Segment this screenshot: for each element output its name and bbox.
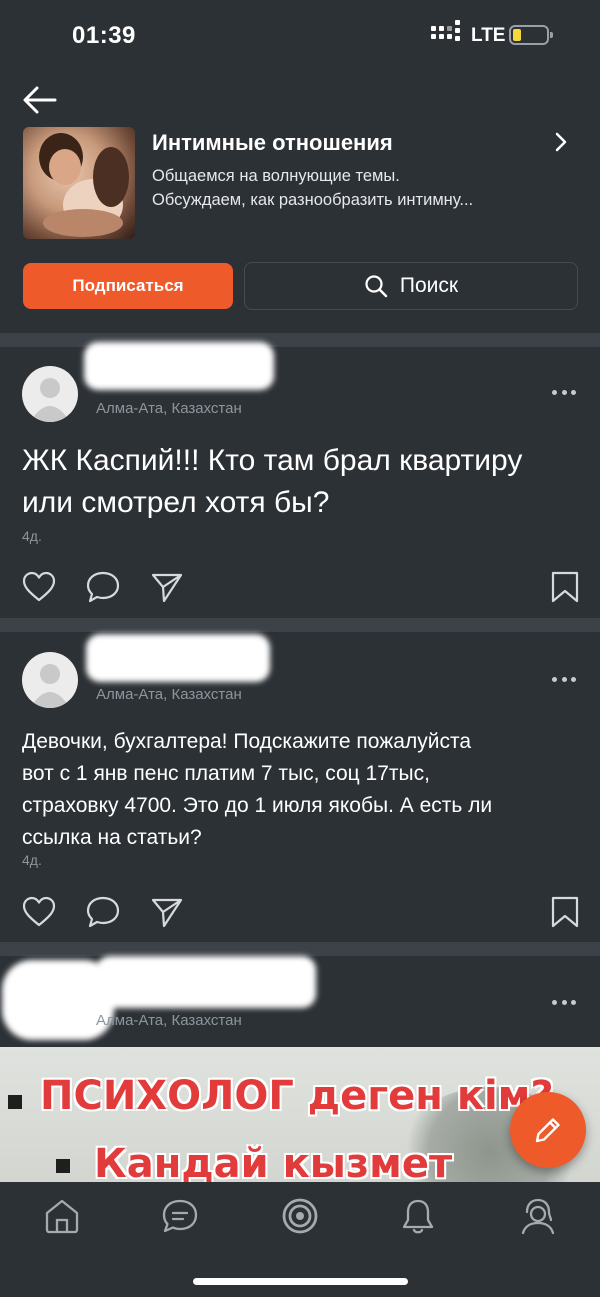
subscribe-button[interactable]: Подписаться [23,263,233,309]
battery-icon [509,25,553,45]
post-age: 4д. [22,852,42,868]
pencil-icon [535,1118,560,1143]
more-options-icon[interactable] [552,1000,576,1008]
avatar[interactable] [22,366,78,422]
post-text[interactable]: Девочки, бухгалтера! Подскажите пожалуйс… [22,726,582,854]
comment-icon[interactable] [86,895,120,929]
heart-icon[interactable] [22,895,56,929]
redacted-author-name[interactable] [86,634,270,682]
bookmark-icon[interactable] [548,895,582,929]
more-options-icon[interactable] [552,390,576,398]
redacted-author-name[interactable] [96,956,316,1008]
post-text[interactable]: ЖК Каспий!!! Кто там брал квартиру или с… [22,440,582,524]
heart-icon[interactable] [22,570,56,604]
group-description: Общаемся на волнующие темы. Обсуждаем, к… [152,167,474,209]
signal-strength-icon [431,20,460,41]
post-image[interactable]: ПСИХОЛОГ деген кім? Кандай кызмет [0,1047,600,1182]
bell-icon[interactable] [398,1196,438,1236]
status-bar: 01:39 LTE [0,0,600,70]
create-post-button[interactable] [510,1092,586,1168]
search-button[interactable]: Поиск [244,262,578,310]
share-icon[interactable] [150,570,184,604]
search-icon [365,275,388,298]
chat-icon[interactable] [160,1196,200,1236]
bullet-marker [56,1159,70,1173]
network-type: LTE [471,25,506,46]
post-location: Алма-Ата, Казахстан [96,400,242,417]
comment-icon[interactable] [86,570,120,604]
more-options-icon[interactable] [552,677,576,685]
profile-icon[interactable] [518,1196,558,1236]
share-icon[interactable] [150,895,184,929]
section-divider [0,942,600,956]
group-title[interactable]: Интимные отношения [152,130,393,156]
bookmark-icon[interactable] [548,570,582,604]
image-text-line: Кандай кызмет [94,1141,453,1182]
search-label: Поиск [399,274,459,297]
section-divider [0,618,600,632]
post-location: Алма-Ата, Казахстан [96,686,242,703]
home-indicator[interactable] [193,1278,408,1285]
chevron-right-icon[interactable] [550,131,572,153]
status-time: 01:39 [72,22,136,49]
back-arrow-icon[interactable] [22,84,58,116]
redacted-author-name[interactable] [84,342,274,390]
avatar[interactable] [22,652,78,708]
group-thumbnail[interactable] [23,127,135,239]
post-location: Алма-Ата, Казахстан [96,1012,242,1029]
image-text-line: ПСИХОЛОГ деген кім? [40,1073,554,1119]
post-age: 4д. [22,528,42,544]
home-icon[interactable] [42,1196,82,1236]
discover-icon[interactable] [280,1196,320,1236]
bullet-marker [8,1095,22,1109]
